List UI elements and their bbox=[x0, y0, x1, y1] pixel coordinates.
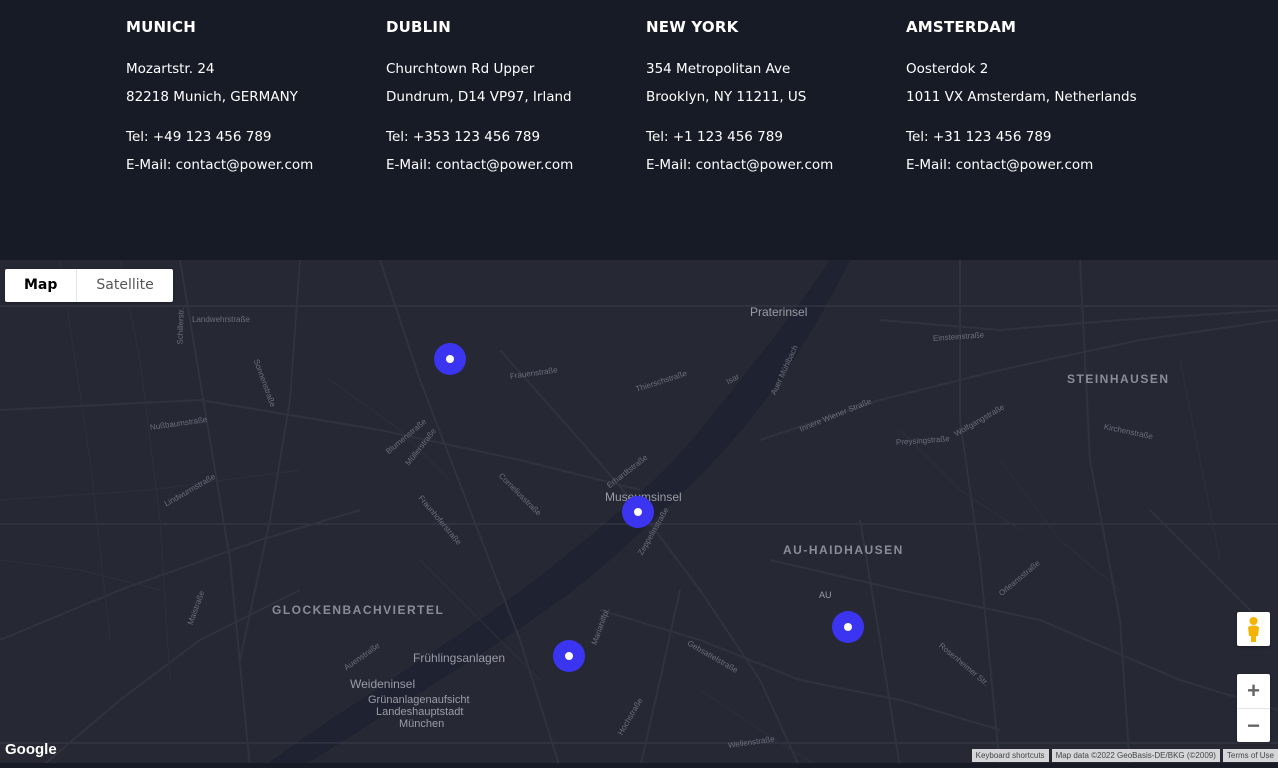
map-attribution: Keyboard shortcuts Map data ©2022 GeoBas… bbox=[971, 749, 1278, 762]
google-logo[interactable]: Google bbox=[5, 741, 57, 758]
pegman-icon bbox=[1248, 617, 1259, 642]
district-label: GLOCKENBACHVIERTEL bbox=[272, 603, 445, 617]
district-label: STEINHAUSEN bbox=[1067, 372, 1170, 386]
zoom-out-button[interactable]: − bbox=[1237, 708, 1270, 742]
office-tel: Tel: +353 123 456 789 bbox=[386, 129, 541, 145]
map-type-control: Map Satellite bbox=[5, 269, 173, 302]
zoom-control: + − bbox=[1237, 674, 1270, 742]
terms-of-use-link[interactable]: Terms of Use bbox=[1222, 749, 1278, 762]
map-type-map-button[interactable]: Map bbox=[5, 269, 76, 302]
office-street: Oosterdok 2 bbox=[906, 61, 989, 77]
place-label: Weideninsel bbox=[350, 677, 416, 691]
keyboard-shortcuts-link[interactable]: Keyboard shortcuts bbox=[971, 749, 1049, 762]
office-postal: Brooklyn, NY 11211, US bbox=[646, 88, 807, 105]
district-label: AU-HAIDHAUSEN bbox=[783, 543, 904, 557]
street-label: Schillerstr. bbox=[175, 307, 186, 345]
place-label: Grünanlagenaufsicht bbox=[368, 694, 470, 706]
map-data-credit: Map data ©2022 GeoBasis-DE/BKG (©2009) bbox=[1051, 749, 1220, 762]
office-city: DUBLIN bbox=[386, 18, 451, 36]
office-street: Churchtown Rd Upper bbox=[386, 61, 535, 77]
office-contacts: MUNICH Mozartstr. 24 82218 Munich, GERMA… bbox=[0, 0, 1278, 260]
location-pin[interactable] bbox=[622, 496, 654, 528]
office-postal: 82218 Munich, GERMANY bbox=[126, 88, 298, 105]
street-view-pegman[interactable] bbox=[1237, 612, 1270, 646]
place-label: Praterinsel bbox=[750, 305, 808, 319]
office-new-york: NEW YORK 354 Metropolitan Ave Brooklyn, … bbox=[646, 18, 896, 179]
office-amsterdam: AMSTERDAM Oosterdok 2 1011 VX Amsterdam,… bbox=[906, 18, 1156, 179]
office-postal: 1011 VX Amsterdam, Netherlands bbox=[906, 88, 1137, 105]
place-label: Frühlingsanlagen bbox=[413, 651, 506, 665]
location-pin[interactable] bbox=[434, 343, 466, 375]
location-pin[interactable] bbox=[832, 611, 864, 643]
office-email: E-Mail: contact@power.com bbox=[906, 156, 1094, 173]
map-type-satellite-button[interactable]: Satellite bbox=[76, 269, 172, 302]
office-tel: Tel: +49 123 456 789 bbox=[126, 129, 272, 145]
office-city: NEW YORK bbox=[646, 18, 739, 36]
google-map[interactable]: Landwehrstraße Schillerstr. Sonnenstraße… bbox=[0, 260, 1278, 768]
office-dublin: DUBLIN Churchtown Rd Upper Dundrum, D14 … bbox=[386, 18, 636, 179]
office-city: AMSTERDAM bbox=[906, 18, 1017, 36]
office-email: E-Mail: contact@power.com bbox=[386, 156, 574, 173]
office-city: MUNICH bbox=[126, 18, 197, 36]
office-email: E-Mail: contact@power.com bbox=[126, 156, 314, 173]
place-label: AU bbox=[819, 590, 832, 600]
location-pin[interactable] bbox=[553, 640, 585, 672]
office-tel: Tel: +1 123 456 789 bbox=[646, 129, 783, 145]
office-postal: Dundrum, D14 VP97, Irland bbox=[386, 88, 572, 105]
office-street: Mozartstr. 24 bbox=[126, 61, 215, 77]
zoom-in-button[interactable]: + bbox=[1237, 674, 1270, 708]
office-email: E-Mail: contact@power.com bbox=[646, 156, 834, 173]
street-label: Landwehrstraße bbox=[192, 315, 250, 324]
office-street: 354 Metropolitan Ave bbox=[646, 61, 791, 77]
place-label: Landeshauptstadt bbox=[376, 706, 464, 718]
place-label: München bbox=[399, 718, 445, 730]
office-munich: MUNICH Mozartstr. 24 82218 Munich, GERMA… bbox=[126, 18, 376, 179]
office-tel: Tel: +31 123 456 789 bbox=[906, 129, 1052, 145]
map-bottom-edge bbox=[0, 763, 1278, 768]
